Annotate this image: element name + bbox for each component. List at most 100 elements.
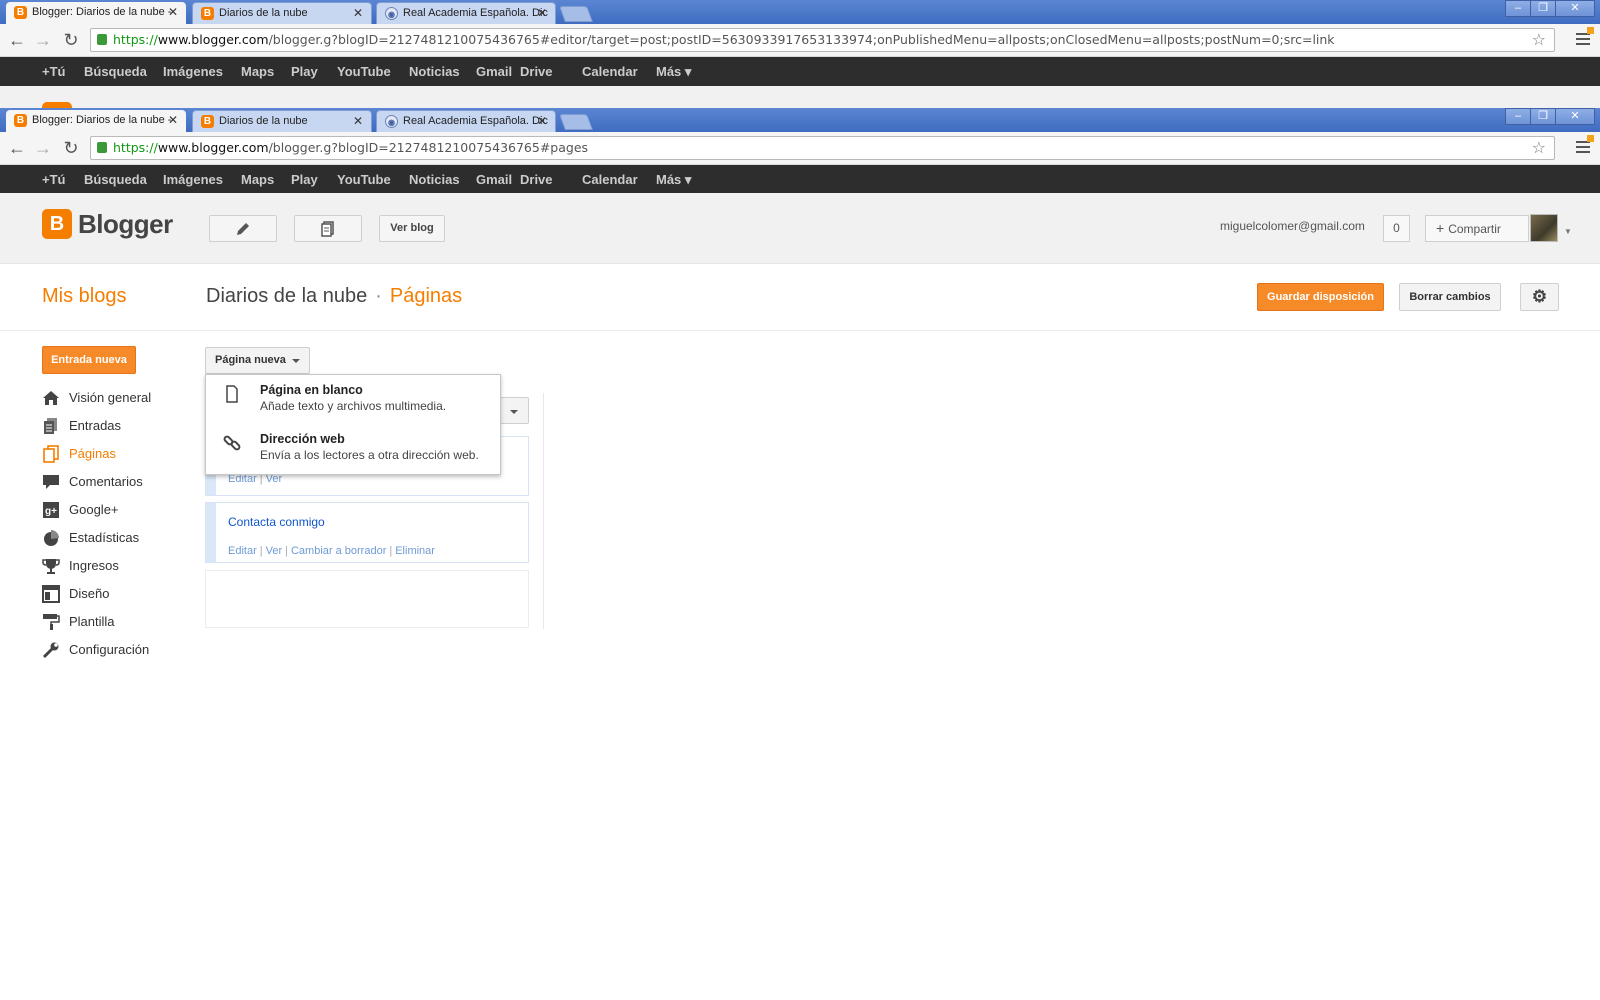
notification-count[interactable]: 0 [1383, 215, 1410, 242]
settings-button[interactable]: ⚙ [1520, 283, 1559, 311]
sidebar-item-layout[interactable]: Diseño [42, 584, 109, 604]
new-post-button[interactable]: Entrada nueva [42, 346, 136, 374]
sidebar-item-settings[interactable]: Configuración [42, 640, 149, 660]
address-bar[interactable]: https://www.blogger.com/blogger.g?blogID… [90, 28, 1555, 52]
share-button[interactable]: + Compartir [1425, 215, 1529, 242]
back-arrow-icon[interactable]: ← [8, 31, 26, 49]
sidebar-item-template[interactable]: Plantilla [42, 612, 115, 632]
address-bar[interactable]: https://www.blogger.com/blogger.g?blogID… [90, 136, 1555, 160]
sidebar-item-comments[interactable]: Comentarios [42, 472, 143, 492]
sidebar-item-earnings[interactable]: Ingresos [42, 556, 119, 576]
reload-icon[interactable]: ↻ [62, 31, 80, 49]
tab-blogger-dashboard[interactable]: B Blogger: Diarios de la nube - ✕ [6, 2, 186, 24]
google-bar-link[interactable]: Gmail [476, 172, 512, 187]
tab-diarios[interactable]: B Diarios de la nube ✕ [192, 2, 372, 24]
google-bar-link[interactable]: Noticias [409, 172, 460, 187]
google-bar-link[interactable]: YouTube [337, 64, 391, 79]
my-blogs-link[interactable]: Mis blogs [42, 285, 126, 308]
blogger-logo-icon[interactable]: B [42, 209, 72, 239]
posts-list-button[interactable] [294, 215, 362, 242]
sidebar-item-label: Plantilla [69, 614, 115, 629]
google-bar-link[interactable]: Gmail [476, 64, 512, 79]
discard-changes-button[interactable]: Borrar cambios [1399, 283, 1501, 311]
tab-rae[interactable]: ◉ Real Academia Española. Dic ✕ [376, 110, 556, 132]
sidebar-item-stats[interactable]: Estadísticas [42, 528, 139, 548]
google-bar-link[interactable]: Más ▾ [656, 172, 691, 188]
restore-button[interactable]: ❐ [1530, 0, 1556, 17]
chrome-menu-icon[interactable] [1576, 27, 1594, 47]
back-arrow-icon[interactable]: ← [8, 139, 26, 157]
new-post-pencil-button[interactable] [209, 215, 277, 242]
view-link[interactable]: Ver [266, 545, 283, 557]
menu-item-blank-page[interactable]: Página en blanco Añade texto y archivos … [206, 377, 500, 423]
google-bar-link[interactable]: Calendar [582, 64, 638, 79]
close-window-button[interactable]: ✕ [1555, 108, 1595, 125]
delete-link[interactable]: Eliminar [395, 545, 435, 557]
google-bar-link[interactable]: Búsqueda [84, 172, 147, 187]
browser-window-back: B Blogger: Diarios de la nube - ✕ B Diar… [0, 0, 1600, 108]
sidebar-item-pages[interactable]: Páginas [42, 444, 116, 464]
chevron-down-icon [510, 410, 518, 414]
close-tab-icon[interactable]: ✕ [168, 2, 178, 23]
view-blog-button[interactable]: Ver blog [379, 215, 445, 242]
google-bar-link[interactable]: +Tú [42, 64, 65, 79]
avatar[interactable] [1530, 214, 1558, 242]
minimize-button[interactable]: ‒ [1505, 0, 1531, 17]
google-bar-link[interactable]: Calendar [582, 172, 638, 187]
tab-rae[interactable]: ◉ Real Academia Española. Dic ✕ [376, 2, 556, 24]
reload-icon[interactable]: ↻ [62, 139, 80, 157]
google-bar-link[interactable]: Drive [520, 64, 553, 79]
forward-arrow-icon[interactable]: → [34, 31, 52, 49]
new-page-button[interactable]: Página nueva [205, 347, 310, 374]
minimize-button[interactable]: ‒ [1505, 108, 1531, 125]
chevron-down-icon[interactable]: ▼ [1564, 227, 1572, 236]
blogger-logo-text[interactable]: Blogger [78, 209, 173, 240]
page-subheader: Mis blogs Diarios de la nube · Páginas Gua… [0, 264, 1600, 331]
bookmark-star-icon[interactable]: ☆ [1532, 29, 1546, 51]
new-tab-button[interactable] [559, 114, 593, 130]
draft-link[interactable]: Cambiar a borrador [291, 545, 386, 557]
posts-icon [44, 418, 57, 434]
paint-roller-icon [43, 614, 60, 630]
save-layout-button[interactable]: Guardar disposición [1257, 283, 1384, 311]
google-bar-link[interactable]: Más ▾ [656, 64, 691, 80]
chrome-menu-icon[interactable] [1576, 135, 1594, 155]
google-bar-link[interactable]: +Tú [42, 172, 65, 187]
bookmark-star-icon[interactable]: ☆ [1532, 137, 1546, 159]
sidebar-item-posts[interactable]: Entradas [42, 416, 121, 436]
pencil-icon [237, 223, 249, 235]
url-scheme: https:// [113, 32, 158, 47]
google-bar-link[interactable]: Búsqueda [84, 64, 147, 79]
google-bar-link[interactable]: Imágenes [163, 64, 223, 79]
menu-item-web-address[interactable]: Dirección web Envía a los lectores a otr… [206, 426, 500, 472]
google-bar-link[interactable]: YouTube [337, 172, 391, 187]
close-tab-icon[interactable]: ✕ [353, 111, 363, 132]
edit-link[interactable]: Editar [228, 545, 257, 557]
page-title-link[interactable]: Contacta conmigo [228, 515, 325, 529]
close-tab-icon[interactable]: ✕ [537, 3, 547, 24]
new-tab-button[interactable] [559, 6, 593, 22]
tab-diarios[interactable]: B Diarios de la nube ✕ [192, 110, 372, 132]
new-page-label: Página nueva [215, 354, 286, 366]
restore-button[interactable]: ❐ [1530, 108, 1556, 125]
blog-name[interactable]: Diarios de la nube [206, 285, 367, 307]
google-bar-link[interactable]: Noticias [409, 64, 460, 79]
close-tab-icon[interactable]: ✕ [168, 110, 178, 131]
sidebar-item-overview[interactable]: Visión general [42, 388, 151, 408]
google-bar-link[interactable]: Imágenes [163, 172, 223, 187]
forward-arrow-icon[interactable]: → [34, 139, 52, 157]
google-bar-link[interactable]: Maps [241, 172, 274, 187]
google-bar-link[interactable]: Play [291, 172, 318, 187]
sidebar-item-google-plus[interactable]: g+ Google+ [42, 500, 119, 520]
tab-strip: B Blogger: Diarios de la nube - ✕ B Diar… [0, 108, 1600, 132]
google-bar-link[interactable]: Maps [241, 64, 274, 79]
google-bar-link[interactable]: Play [291, 64, 318, 79]
close-tab-icon[interactable]: ✕ [537, 111, 547, 132]
tab-blogger-dashboard[interactable]: B Blogger: Diarios de la nube - ✕ [6, 110, 186, 132]
sidebar-item-label: Configuración [69, 642, 150, 657]
drag-handle[interactable] [206, 503, 216, 562]
close-tab-icon[interactable]: ✕ [353, 3, 363, 24]
url-scheme: https:// [113, 140, 158, 155]
close-window-button[interactable]: ✕ [1555, 0, 1595, 17]
google-bar-link[interactable]: Drive [520, 172, 553, 187]
